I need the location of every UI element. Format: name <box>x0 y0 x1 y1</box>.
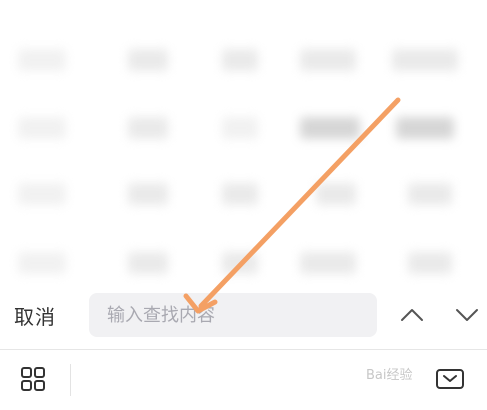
blur-cell <box>128 49 168 71</box>
blur-cell <box>408 252 452 274</box>
blur-cell <box>222 117 258 139</box>
blur-cell <box>396 117 454 139</box>
blur-cell <box>300 252 356 274</box>
divider <box>70 364 71 396</box>
blur-cell <box>392 49 458 71</box>
bottom-toolbar <box>0 350 487 410</box>
blur-cell <box>222 183 258 205</box>
blur-cell <box>128 252 168 274</box>
cancel-button[interactable]: 取消 <box>14 302 56 332</box>
blur-cell <box>18 183 66 205</box>
blur-cell <box>408 183 452 205</box>
search-bar: 取消 <box>0 286 487 348</box>
blur-cell <box>18 252 66 274</box>
blur-cell <box>300 117 360 139</box>
blurred-background-grid <box>0 0 487 290</box>
blur-cell <box>128 117 168 139</box>
chevron-down-icon[interactable] <box>454 304 480 326</box>
blur-cell <box>18 49 66 71</box>
blur-cell <box>316 183 356 205</box>
blur-cell <box>222 252 258 274</box>
chevron-up-icon[interactable] <box>399 304 425 326</box>
blur-cell <box>300 49 356 71</box>
watermark: Bai经验 <box>366 368 413 383</box>
keyboard-hide-icon[interactable] <box>435 368 465 392</box>
search-input[interactable] <box>89 293 377 337</box>
blur-cell <box>18 117 66 139</box>
blur-cell <box>222 49 258 71</box>
grid-icon[interactable] <box>20 366 46 392</box>
blur-cell <box>128 183 168 205</box>
